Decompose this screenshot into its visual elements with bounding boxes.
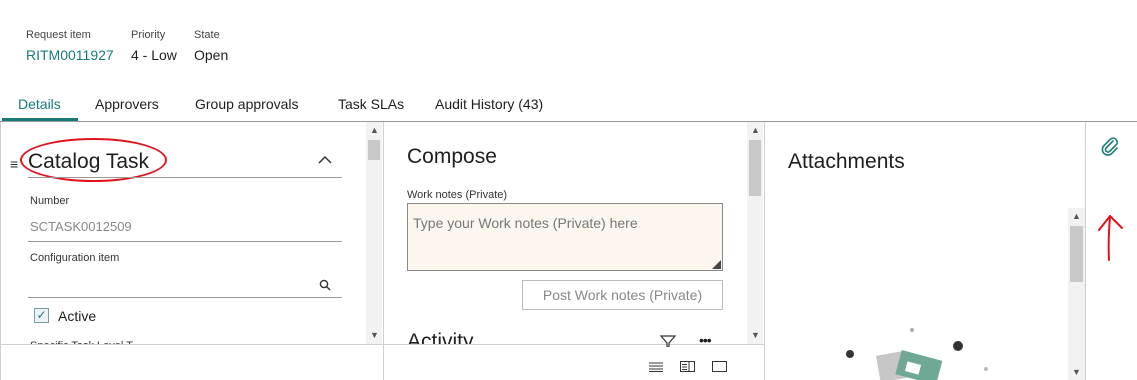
next-field-label: Specific Task Level T... <box>30 340 141 344</box>
priority-value: 4 - Low <box>131 47 177 63</box>
empty-attachments-illustration <box>846 328 988 380</box>
tab-details[interactable]: Details <box>18 96 61 112</box>
chevron-up-icon[interactable] <box>317 152 333 170</box>
panel-divider-1 <box>383 122 384 380</box>
scroll-down-arrow-icon[interactable]: ▼ <box>370 331 379 340</box>
catalog-task-scroll-thumb[interactable] <box>368 140 380 160</box>
red-annotation-circle <box>20 138 167 182</box>
panel-divider-2 <box>764 122 765 380</box>
view-list-icon[interactable] <box>649 359 663 377</box>
active-checkbox[interactable]: ✓ <box>34 308 49 323</box>
filter-icon[interactable] <box>659 334 677 352</box>
state-label: State <box>194 29 220 41</box>
tab-group-approvals[interactable]: Group approvals <box>195 96 299 112</box>
red-annotation-arrow <box>1098 215 1123 261</box>
compose-scroll-down-icon[interactable]: ▼ <box>751 331 760 340</box>
page-title-fragment-glyphs <box>26 0 206 4</box>
active-label: Active <box>58 308 97 324</box>
view-split-icon[interactable] <box>680 359 695 377</box>
attachments-scroll-thumb[interactable] <box>1070 226 1083 282</box>
request-item-link[interactable]: RITM0011927 <box>26 47 114 63</box>
work-notes-placeholder: Type your Work notes (Private) here <box>413 215 638 231</box>
number-underline <box>28 241 342 242</box>
activity-title: Activity <box>407 330 474 344</box>
number-field[interactable]: SCTASK0012509 <box>30 219 132 234</box>
config-item-label: Configuration item <box>30 252 120 264</box>
left-panel-border <box>0 122 1 380</box>
tab-task-slas[interactable]: Task SLAs <box>338 96 404 112</box>
request-item-label: Request item <box>26 29 91 41</box>
resize-handle-icon[interactable] <box>712 260 721 269</box>
work-notes-label: Work notes (Private) <box>407 189 508 201</box>
paperclip-icon[interactable] <box>1100 136 1120 163</box>
work-notes-textarea[interactable]: Type your Work notes (Private) here <box>407 203 723 271</box>
more-icon[interactable]: ••• <box>699 333 712 347</box>
view-single-icon[interactable] <box>712 359 727 377</box>
config-item-field[interactable] <box>30 277 310 293</box>
compose-title: Compose <box>407 145 497 168</box>
attachments-title: Attachments <box>788 150 905 173</box>
tab-audit-history[interactable]: Audit History (43) <box>435 96 543 112</box>
drag-handle-icon[interactable]: ≡ <box>10 156 18 172</box>
attachments-scroll-up-icon[interactable]: ▲ <box>1072 212 1081 221</box>
compose-scroll-thumb[interactable] <box>749 140 761 196</box>
priority-label: Priority <box>131 29 166 41</box>
attachments-scroll-down-icon[interactable]: ▼ <box>1072 368 1081 377</box>
post-work-notes-button[interactable]: Post Work notes (Private) <box>522 280 723 310</box>
state-value: Open <box>194 47 229 63</box>
bottom-toolbar-divider <box>0 344 764 345</box>
compose-scroll-up-icon[interactable]: ▲ <box>751 126 760 135</box>
scroll-up-arrow-icon[interactable]: ▲ <box>370 126 379 135</box>
number-label: Number <box>30 195 70 207</box>
tabs-divider <box>0 121 1137 122</box>
tab-approvers[interactable]: Approvers <box>95 96 159 112</box>
config-item-underline <box>28 297 342 298</box>
page-title-fragment <box>26 0 206 4</box>
search-icon[interactable] <box>319 278 331 296</box>
panel-divider-3 <box>1085 122 1086 380</box>
title-underline <box>28 177 342 178</box>
